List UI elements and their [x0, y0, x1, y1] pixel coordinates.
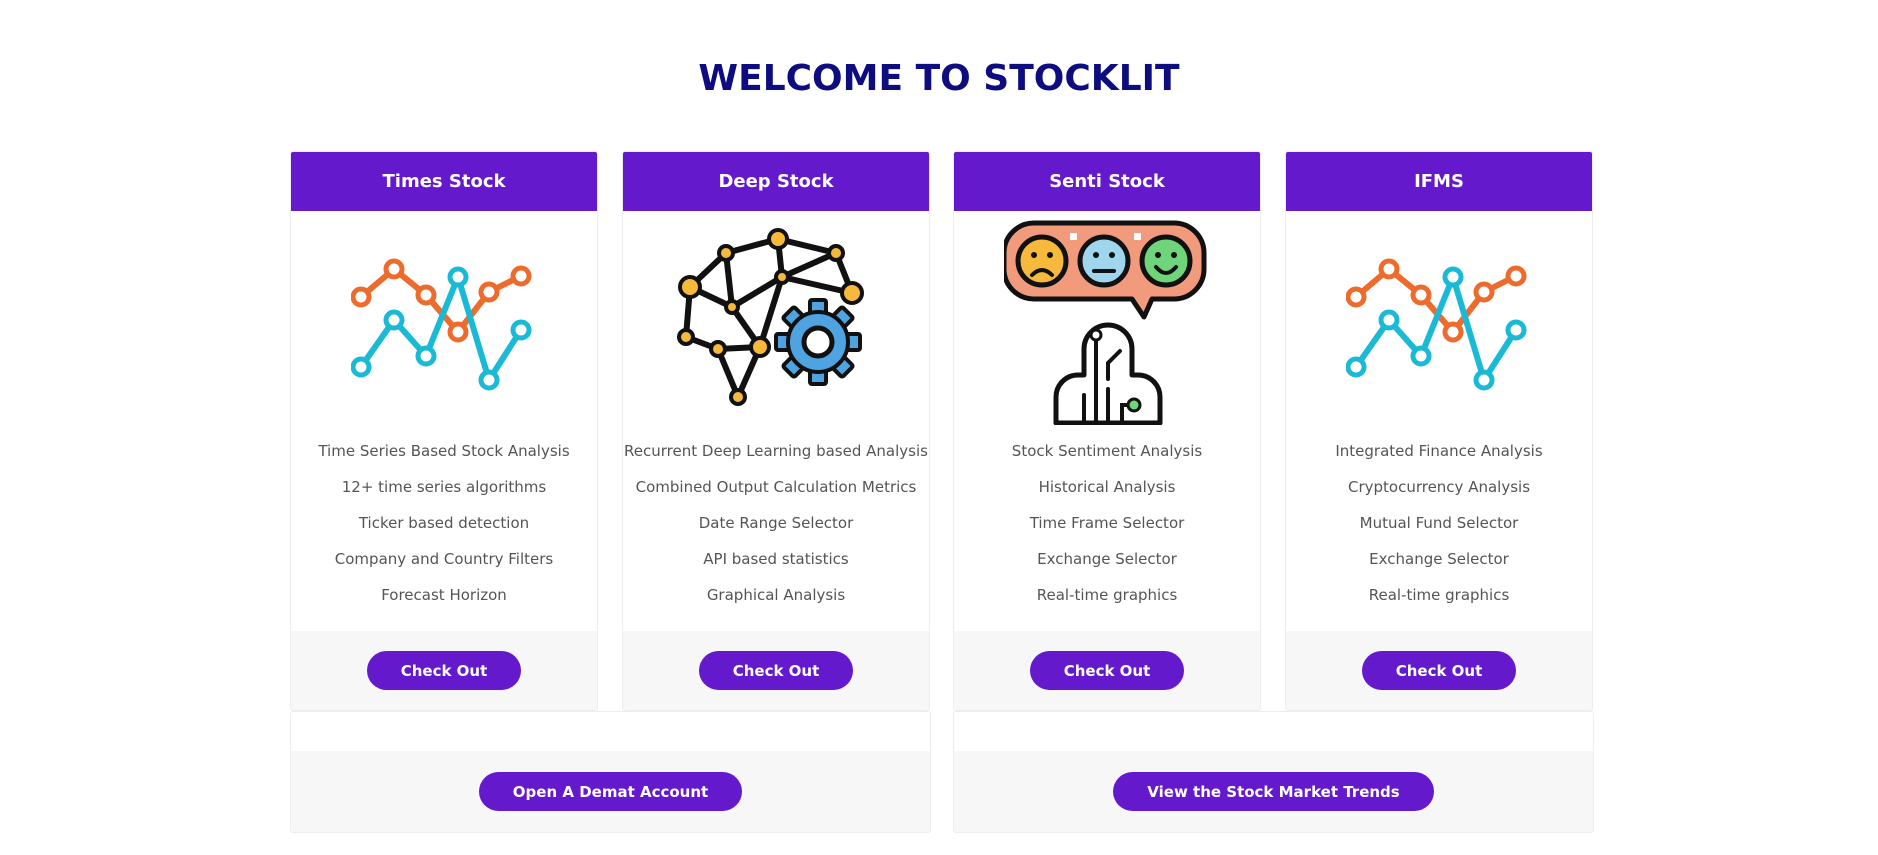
feature-list: Time Series Based Stock Analysis 12+ tim…: [291, 433, 597, 613]
feature-list: Stock Sentiment Analysis Historical Anal…: [954, 433, 1260, 613]
card-title: Deep Stock: [623, 152, 929, 211]
feature-item: Forecast Horizon: [381, 586, 507, 604]
card-footer: Check Out: [623, 631, 929, 710]
neural-brain-gear-icon: [623, 211, 929, 433]
card-senti-stock: Senti Stock Stock Sentiment Analysis His…: [953, 151, 1261, 711]
feature-item: Mutual Fund Selector: [1359, 514, 1519, 532]
card-footer: Open A Demat Account: [291, 751, 930, 832]
page-title: WELCOME TO STOCKLIT: [698, 58, 1180, 99]
feature-item: Date Range Selector: [698, 514, 854, 532]
demat-account-card: Open A Demat Account: [290, 711, 931, 833]
feature-item: Ticker based detection: [358, 514, 530, 532]
card-title: Times Stock: [291, 152, 597, 211]
feature-item: Real-time graphics: [1368, 586, 1510, 604]
feature-item: Exchange Selector: [1037, 550, 1177, 568]
feature-item: API based statistics: [703, 550, 849, 568]
feature-item: Recurrent Deep Learning based Analysis: [624, 442, 928, 460]
feature-item: Real-time graphics: [1036, 586, 1178, 604]
line-chart-icon: [1286, 211, 1592, 433]
feature-item: Integrated Finance Analysis: [1335, 442, 1543, 460]
line-chart-icon: [291, 211, 597, 433]
card-footer: Check Out: [291, 631, 597, 710]
feature-item: Graphical Analysis: [706, 586, 846, 604]
check-out-button[interactable]: Check Out: [1029, 651, 1185, 690]
check-out-button[interactable]: Check Out: [1361, 651, 1517, 690]
check-out-button[interactable]: Check Out: [698, 651, 854, 690]
feature-item: Historical Analysis: [1038, 478, 1176, 496]
card-footer: View the Stock Market Trends: [954, 751, 1593, 832]
card-title: IFMS: [1286, 152, 1592, 211]
feature-list: Integrated Finance Analysis Cryptocurren…: [1286, 433, 1592, 613]
card-divider: [291, 712, 930, 753]
card-ifms: IFMS Integrated Finance Analysis Cryptoc…: [1285, 151, 1593, 711]
open-demat-account-button[interactable]: Open A Demat Account: [478, 772, 743, 811]
market-trends-card: View the Stock Market Trends: [953, 711, 1594, 833]
feature-item: Time Frame Selector: [1029, 514, 1185, 532]
check-out-button[interactable]: Check Out: [366, 651, 522, 690]
view-market-trends-button[interactable]: View the Stock Market Trends: [1113, 772, 1434, 811]
feature-item: Stock Sentiment Analysis: [1011, 442, 1203, 460]
feature-list: Recurrent Deep Learning based Analysis C…: [623, 433, 929, 613]
sentiment-robot-icon: [954, 211, 1260, 433]
card-footer: Check Out: [1286, 631, 1592, 710]
feature-item: Cryptocurrency Analysis: [1347, 478, 1531, 496]
feature-item: Time Series Based Stock Analysis: [318, 442, 570, 460]
feature-item: Exchange Selector: [1369, 550, 1509, 568]
card-deep-stock: Deep Stock Recurrent Deep Learning based…: [622, 151, 930, 711]
card-divider: [954, 712, 1593, 753]
card-footer: Check Out: [954, 631, 1260, 710]
feature-item: Combined Output Calculation Metrics: [635, 478, 917, 496]
card-title: Senti Stock: [954, 152, 1260, 211]
feature-item: 12+ time series algorithms: [341, 478, 547, 496]
card-times-stock: Times Stock Time Series Based Stock Anal…: [290, 151, 598, 711]
feature-item: Company and Country Filters: [334, 550, 554, 568]
